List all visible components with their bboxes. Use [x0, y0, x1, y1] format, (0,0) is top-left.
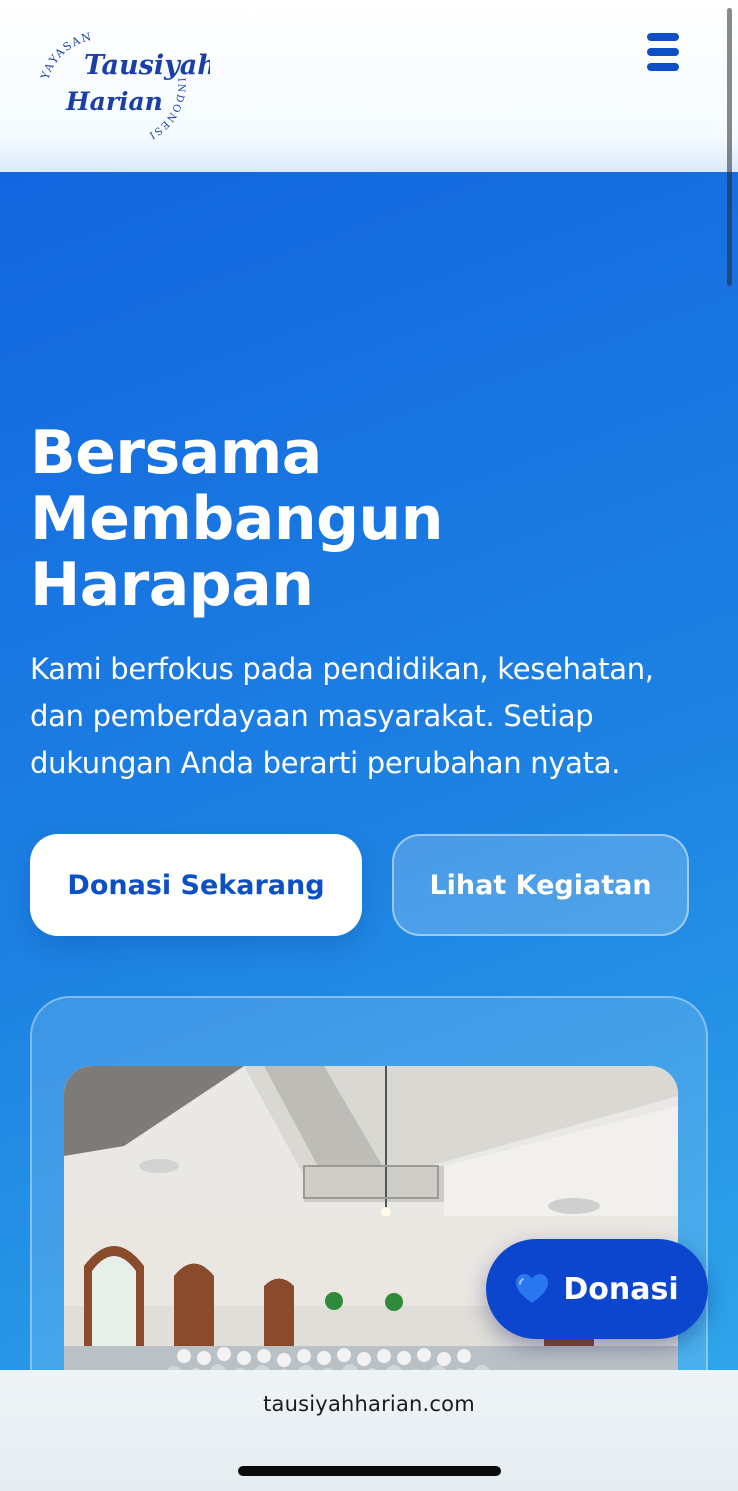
blue-heart-icon: [516, 1274, 549, 1303]
page-scrollbar[interactable]: [727, 8, 732, 286]
site-header: YAYASAN Tausiyah Harian INDONESIA: [0, 0, 738, 172]
logo-line1: Tausiyah: [84, 50, 210, 81]
browser-address-bar[interactable]: tausiyahharian.com: [0, 1370, 738, 1491]
floating-donate-label: Donasi: [563, 1271, 679, 1307]
menu-bar: [647, 33, 679, 41]
hero-description-line: dukungan Anda berarti perubahan nyata.: [30, 746, 621, 780]
hero-description: Kami berfokus pada pendidikan, kesehatan…: [30, 646, 710, 787]
hero-title: Bersama Membangun Harapan: [30, 420, 630, 618]
hero-title-line: Harapan: [30, 550, 314, 620]
floating-donate-button[interactable]: Donasi: [486, 1239, 708, 1339]
home-indicator[interactable]: [238, 1466, 501, 1476]
hero-title-line: Membangun: [30, 484, 443, 554]
view-activities-button[interactable]: Lihat Kegiatan: [392, 834, 689, 936]
hamburger-menu-icon[interactable]: [645, 30, 681, 74]
hero-description-line: dan pemberdayaan masyarakat. Setiap: [30, 699, 594, 733]
logo-arc-side: INDONESIA: [40, 30, 185, 141]
hero-photo-card: [30, 996, 708, 1426]
svg-text:INDONESIA: INDONESIA: [40, 30, 187, 141]
tausiyah-harian-logo[interactable]: YAYASAN Tausiyah Harian INDONESIA: [40, 30, 210, 145]
menu-bar: [647, 48, 679, 56]
menu-bar: [647, 63, 679, 71]
donate-now-button[interactable]: Donasi Sekarang: [30, 834, 362, 936]
logo-line2: Harian: [65, 87, 163, 116]
hero-title-line: Bersama: [30, 418, 322, 488]
hero-section: Bersama Membangun Harapan Kami berfokus …: [0, 172, 738, 1426]
hero-description-line: Kami berfokus pada pendidikan, kesehatan…: [30, 652, 654, 686]
url-text[interactable]: tausiyahharian.com: [0, 1392, 738, 1416]
